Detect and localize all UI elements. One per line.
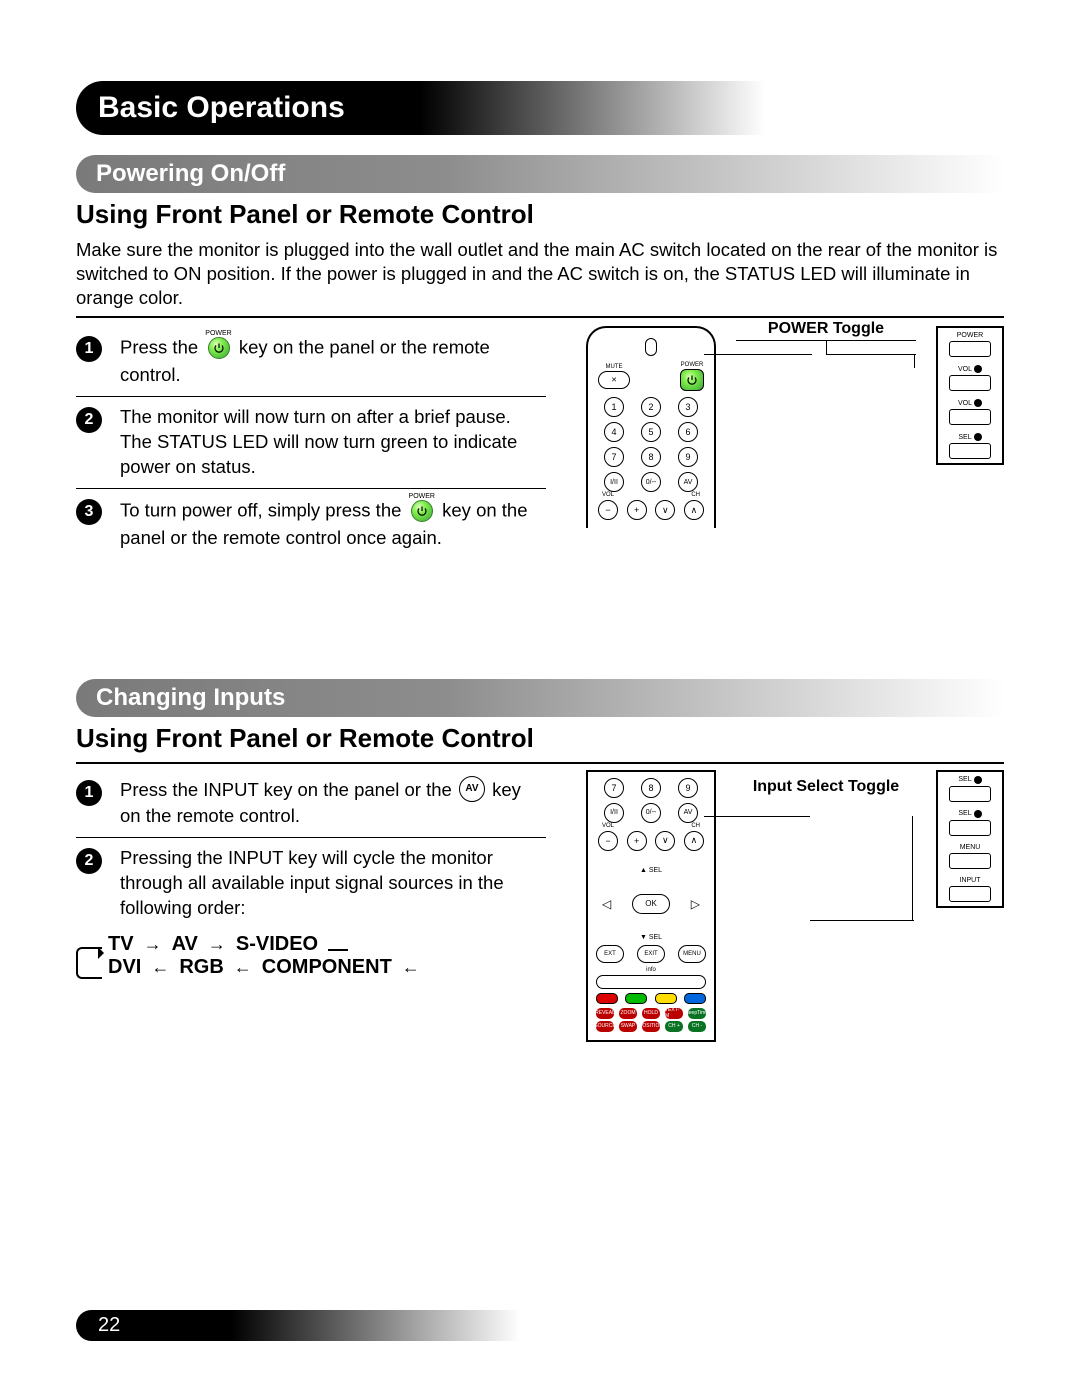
subheading-2: Using Front Panel or Remote Control <box>76 723 1004 754</box>
green-button-icon <box>625 993 647 1004</box>
input-cycle-diagram: TV→ AV→ S-VIDEO DVI← RGB← COMPONENT ← <box>76 933 546 979</box>
manual-page: Basic Operations Powering On/Off Using F… <box>0 0 1080 1397</box>
steps-2: 1 Press the INPUT key on the panel or th… <box>76 770 546 1042</box>
yellow-button-icon <box>655 993 677 1004</box>
subheading-1: Using Front Panel or Remote Control <box>76 199 1004 230</box>
side-panel-2: SEL SEL MENU INPUT <box>936 770 1004 908</box>
remote-bottom-diagram: 7 8 9 I/II 0/-- AV VOL CH − <box>586 770 716 1042</box>
step-text: Press the POWER key on the panel or the … <box>120 334 546 388</box>
av-icon: AV <box>459 776 485 802</box>
step-text: The monitor will now turn on after a bri… <box>120 405 546 480</box>
diagram-1: MUTE ✕ POWER 1 2 3 <box>586 326 1004 559</box>
up-dot-icon <box>974 365 982 373</box>
step-row: 1 Press the POWER key on the panel or th… <box>76 326 546 396</box>
step-row: 1 Press the INPUT key on the panel or th… <box>76 770 546 837</box>
section1-body: 1 Press the POWER key on the panel or th… <box>76 326 1004 559</box>
steps-1: 1 Press the POWER key on the panel or th… <box>76 326 546 559</box>
page-number-tab: 22 <box>76 1310 520 1341</box>
intro-1: Make sure the monitor is plugged into th… <box>76 238 1004 318</box>
panel-power-button-icon <box>949 341 991 357</box>
down-dot-icon <box>974 399 982 407</box>
step-row: 2 Pressing the INPUT key will cycle the … <box>76 837 546 929</box>
red-button-icon <box>596 993 618 1004</box>
remote-av-button-icon: AV <box>678 803 698 823</box>
step-row: 2 The monitor will now turn on after a b… <box>76 396 546 488</box>
section-heading-powering: Powering On/Off <box>76 155 1004 193</box>
section2-body: 1 Press the INPUT key on the panel or th… <box>76 770 1004 1042</box>
page-title-tab: Basic Operations <box>76 81 765 135</box>
remote-power-button-icon <box>680 369 704 391</box>
power-icon: POWER <box>205 330 231 359</box>
step-text: Pressing the INPUT key will cycle the mo… <box>120 846 546 921</box>
section-heading-inputs: Changing Inputs <box>76 679 1004 717</box>
step-text: To turn power off, simply press the POWE… <box>120 497 546 551</box>
diagram-2: 7 8 9 I/II 0/-- AV VOL CH − <box>586 770 1004 1042</box>
panel-input-button-icon <box>949 886 991 902</box>
page-number: 22 <box>98 1314 120 1336</box>
step-text: Press the INPUT key on the panel or the … <box>120 778 546 829</box>
page-title: Basic Operations <box>98 91 345 124</box>
step-number: 1 <box>76 336 102 362</box>
callout-input-select: Input Select Toggle <box>736 778 916 796</box>
step-number: 3 <box>76 499 102 525</box>
blue-button-icon <box>684 993 706 1004</box>
remote-top-diagram: MUTE ✕ POWER 1 2 3 <box>586 326 716 528</box>
step-row: 3 To turn power off, simply press the PO… <box>76 488 546 559</box>
power-icon: POWER <box>409 493 435 522</box>
mute-button-icon: ✕ <box>598 371 630 389</box>
step-number: 2 <box>76 848 102 874</box>
step-number: 1 <box>76 780 102 806</box>
remote-ok-button-icon: OK <box>632 894 670 914</box>
step-number: 2 <box>76 407 102 433</box>
number-pad: 1 2 3 4 5 6 7 8 9 I/II 0/-- AV <box>598 397 704 492</box>
callout-power-toggle: POWER Toggle <box>736 320 916 338</box>
side-panel-1: POWER VOL VOL SEL <box>936 326 1004 465</box>
